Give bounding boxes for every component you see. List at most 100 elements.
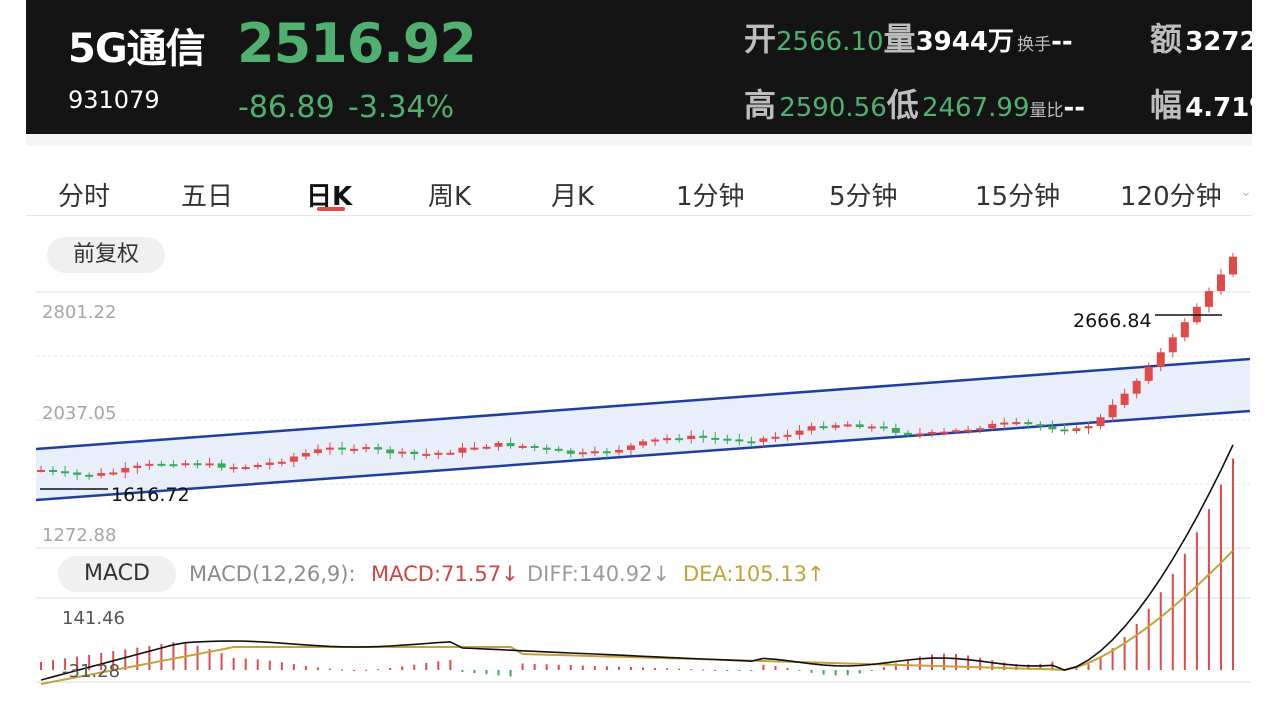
- candle-body: [819, 426, 828, 429]
- macd-bar: [629, 667, 632, 670]
- candle-body: [783, 434, 792, 437]
- candle-body: [590, 451, 599, 454]
- dea-value: DEA:105.13↑: [683, 562, 825, 586]
- macd-bar: [1099, 657, 1102, 670]
- candle-body: [891, 427, 900, 433]
- macd-bar: [605, 666, 608, 670]
- macd-bar: [702, 669, 705, 671]
- candle-body: [663, 438, 672, 441]
- macd-bar: [593, 665, 596, 670]
- macd-bar: [617, 666, 620, 670]
- candle-body: [1060, 429, 1069, 432]
- candle-body: [566, 450, 575, 454]
- candle-body: [374, 447, 383, 450]
- macd-bar: [870, 670, 873, 671]
- candle-body: [843, 424, 852, 427]
- macd-bar: [882, 667, 885, 670]
- macd-bar: [1087, 664, 1090, 670]
- macd-bar: [1159, 592, 1162, 670]
- macd-bar: [678, 668, 681, 670]
- macd-value-text: MACD:71.57: [371, 562, 502, 586]
- candle-body: [277, 461, 286, 464]
- macd-bar: [1135, 623, 1138, 670]
- candle-body: [1024, 422, 1033, 425]
- macd-bar: [389, 667, 392, 670]
- macd-bar: [365, 669, 368, 671]
- candle-body: [1036, 424, 1045, 427]
- macd-bar: [642, 667, 645, 670]
- candle-body: [145, 463, 154, 466]
- candle-body: [554, 448, 563, 451]
- candle-body: [458, 447, 467, 453]
- candle-body: [73, 472, 82, 475]
- arrow-down-icon: ↓: [652, 562, 671, 586]
- candle-body: [229, 467, 238, 470]
- candle-body: [446, 452, 455, 455]
- macd-bar: [690, 669, 693, 671]
- candle-body: [614, 449, 623, 453]
- candle-body: [530, 445, 539, 448]
- macd-bar: [304, 665, 307, 670]
- candle-body: [181, 463, 190, 466]
- macd-bar: [930, 654, 933, 670]
- candle-body: [1216, 274, 1225, 292]
- candle-body: [1048, 426, 1057, 430]
- candle-body: [241, 467, 250, 470]
- candle-body: [831, 425, 840, 428]
- candle-body: [1096, 417, 1105, 427]
- macd-bar: [341, 669, 344, 671]
- axis-top-label: 2801.22: [42, 302, 116, 323]
- macd-bar: [232, 658, 235, 670]
- diff-value-text: DIFF:140.92: [527, 562, 653, 586]
- macd-bar: [714, 669, 717, 671]
- macd-bar: [738, 670, 741, 671]
- macd-bar: [943, 653, 946, 670]
- macd-bar: [461, 670, 464, 672]
- macd-bar: [316, 667, 319, 670]
- candle-body: [759, 438, 768, 442]
- macd-bar: [449, 659, 452, 670]
- candle-body: [301, 453, 310, 457]
- indicator-select-button[interactable]: MACD: [58, 556, 176, 592]
- macd-bar: [569, 665, 572, 670]
- candle-body: [1229, 256, 1237, 275]
- macd-bar: [280, 662, 283, 670]
- candle-body: [879, 426, 888, 429]
- dea-value-text: DEA:105.13: [683, 562, 807, 586]
- macd-bar: [786, 667, 789, 670]
- candle-body: [1132, 380, 1141, 394]
- candle-body: [542, 447, 551, 450]
- macd-bar: [810, 670, 813, 673]
- macd-bar: [666, 668, 669, 670]
- candle-body: [398, 451, 407, 454]
- candle-body: [121, 467, 130, 473]
- axis-mid-label: 2037.05: [42, 403, 116, 424]
- macd-axis-bottom: -31.28: [62, 661, 120, 682]
- candle-body: [747, 441, 756, 444]
- candle-body: [61, 471, 70, 474]
- candle-body: [1168, 337, 1177, 353]
- candle-body: [422, 453, 431, 456]
- macd-bar: [1183, 553, 1186, 670]
- candle-body: [133, 465, 142, 468]
- macd-bar: [774, 665, 777, 670]
- candle-body: [85, 474, 94, 477]
- candle-body: [915, 433, 924, 436]
- candle-body: [651, 439, 660, 442]
- macd-bar: [1075, 668, 1078, 670]
- candle-body: [1084, 426, 1093, 429]
- candle-body: [1012, 422, 1021, 425]
- candle-body: [927, 432, 936, 435]
- candle-body: [699, 435, 708, 438]
- candle-body: [338, 447, 347, 450]
- candle-body: [711, 437, 720, 440]
- candle-body: [325, 447, 334, 450]
- macd-bar: [473, 670, 476, 674]
- candle-body: [723, 438, 732, 441]
- macd-bar: [1171, 573, 1174, 670]
- kline-chart[interactable]: 2801.22 2037.05 1272.88 2666.84 1616.72 …: [0, 0, 1280, 717]
- candle-body: [482, 446, 491, 449]
- candle-body: [169, 464, 178, 467]
- candle-body: [1144, 366, 1153, 381]
- macd-bar: [148, 645, 151, 670]
